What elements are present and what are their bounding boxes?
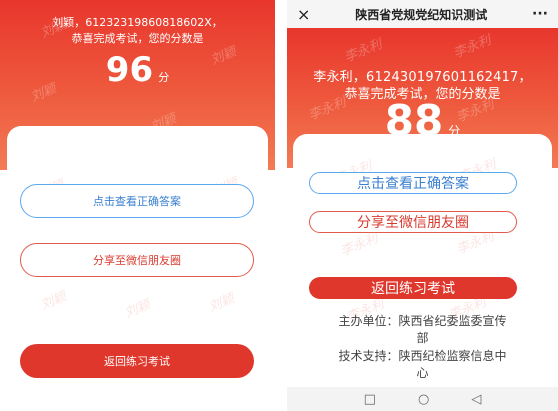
- left-result-screen: 刘颖 刘颖 刘颖 刘颖 刘颖，61232319860818602X， 恭喜完成考…: [0, 0, 275, 411]
- back-to-exam-button[interactable]: 返回练习考试: [309, 277, 517, 299]
- close-icon[interactable]: ×: [297, 5, 310, 24]
- panel-divider: [275, 0, 287, 411]
- share-moments-button[interactable]: 分享至微信朋友圈: [309, 211, 517, 233]
- organizer-text: 主办单位：陕西省纪委监委宣传: [338, 314, 507, 328]
- score-unit: 分: [158, 71, 170, 84]
- more-icon[interactable]: ···: [532, 6, 548, 22]
- recent-apps-icon[interactable]: □: [364, 392, 376, 407]
- view-answers-button[interactable]: 点击查看正确答案: [309, 172, 517, 194]
- back-to-exam-button[interactable]: 返回练习考试: [20, 344, 254, 378]
- organizer-text-cont: 部: [416, 331, 429, 345]
- tech-support-text: 技术支持：陕西纪检监察信息中: [338, 349, 507, 363]
- score-display: 96 分: [0, 50, 275, 90]
- home-icon[interactable]: ○: [418, 392, 429, 407]
- congrats-line: 恭喜完成考试，您的分数是: [71, 32, 204, 45]
- candidate-line: 刘颖，61232319860818602X，: [52, 16, 223, 29]
- back-icon[interactable]: ◁: [471, 392, 481, 407]
- android-nav-bar: □ ○ ◁: [287, 387, 558, 411]
- right-result-screen: × 陕西省党规党纪知识测试 ··· 李永利 李永利 李永利 李永利 李永利，61…: [287, 0, 558, 411]
- share-moments-button[interactable]: 分享至微信朋友圈: [20, 243, 254, 277]
- tech-support-text-cont: 心: [416, 366, 429, 380]
- page-title: 陕西省党规党纪知识测试: [355, 7, 488, 22]
- view-answers-button[interactable]: 点击查看正确答案: [20, 184, 254, 218]
- title-bar: × 陕西省党规党纪知识测试 ···: [287, 0, 558, 28]
- score-value: 96: [105, 50, 154, 90]
